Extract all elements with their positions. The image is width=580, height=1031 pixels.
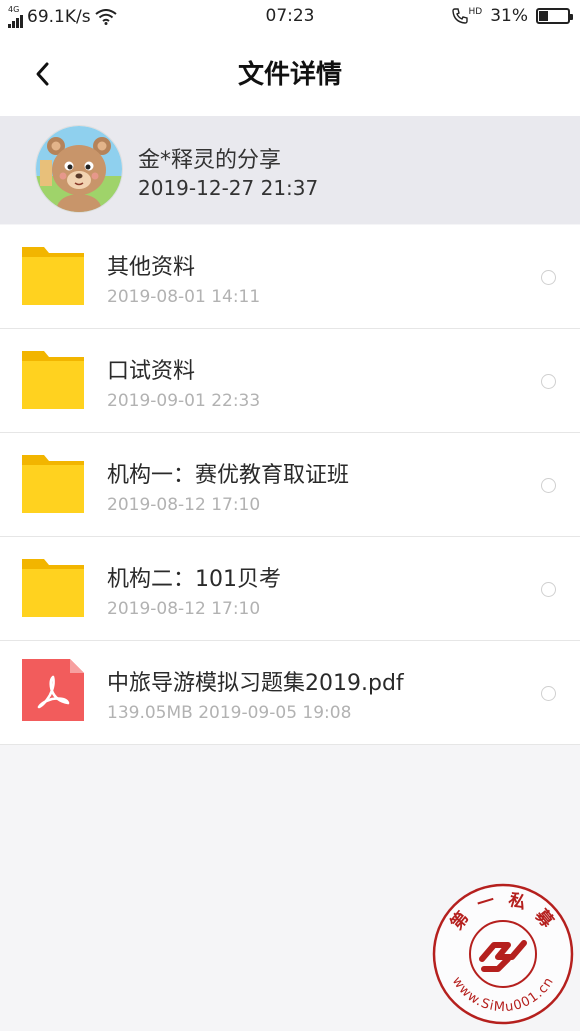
nav-bar: 文件详情 <box>0 32 580 116</box>
avatar[interactable] <box>36 126 122 212</box>
file-meta: 139.05MB 2019-09-05 19:08 <box>107 703 352 723</box>
select-radio[interactable] <box>541 686 556 701</box>
file-name: 其他资料 <box>107 255 196 280</box>
file-name: 中旅导游模拟习题集2019.pdf <box>107 671 404 696</box>
battery-icon <box>536 8 573 24</box>
folder-icon <box>22 351 84 409</box>
phone-hd-icon: HD <box>451 7 483 24</box>
folder-icon <box>22 559 84 617</box>
file-meta: 2019-08-01 14:11 <box>107 287 261 307</box>
share-header: 金*释灵的分享 2019-12-27 21:37 <box>0 116 580 224</box>
hd-badge: HD <box>468 7 483 17</box>
file-list: 其他资料 2019-08-01 14:11 口试资料 2019-09-01 22… <box>0 225 580 745</box>
status-right: HD 31% <box>451 6 573 26</box>
file-meta: 2019-08-12 17:10 <box>107 495 261 515</box>
sharer-name: 金*释灵的分享 <box>138 148 282 173</box>
select-radio[interactable] <box>541 582 556 597</box>
share-timestamp: 2019-12-27 21:37 <box>138 176 319 200</box>
file-meta: 2019-09-01 22:33 <box>107 391 261 411</box>
file-name: 口试资料 <box>107 359 196 384</box>
bear-avatar-icon <box>36 126 122 212</box>
folder-icon <box>22 455 84 513</box>
select-radio[interactable] <box>541 374 556 389</box>
pdf-icon <box>22 659 84 721</box>
list-item[interactable]: 机构一：赛优教育取证班 2019-08-12 17:10 <box>0 433 580 537</box>
folder-icon <box>22 247 84 305</box>
select-radio[interactable] <box>541 270 556 285</box>
file-name: 机构一：赛优教育取证班 <box>107 463 350 488</box>
list-item[interactable]: 中旅导游模拟习题集2019.pdf 139.05MB 2019-09-05 19… <box>0 641 580 745</box>
list-item[interactable]: 口试资料 2019-09-01 22:33 <box>0 329 580 433</box>
page-title: 文件详情 <box>237 60 342 90</box>
watermark-seal: 第 一 私 募 www.SiMu001.cn <box>432 883 574 1025</box>
file-meta: 2019-08-12 17:10 <box>107 599 261 619</box>
list-item[interactable]: 其他资料 2019-08-01 14:11 <box>0 225 580 329</box>
select-radio[interactable] <box>541 478 556 493</box>
battery-percent: 31% <box>490 6 528 26</box>
status-bar: 4G 69.1K/s 07:23 HD 31% <box>0 0 580 32</box>
file-name: 机构二：101贝考 <box>107 567 281 592</box>
list-item[interactable]: 机构二：101贝考 2019-08-12 17:10 <box>0 537 580 641</box>
